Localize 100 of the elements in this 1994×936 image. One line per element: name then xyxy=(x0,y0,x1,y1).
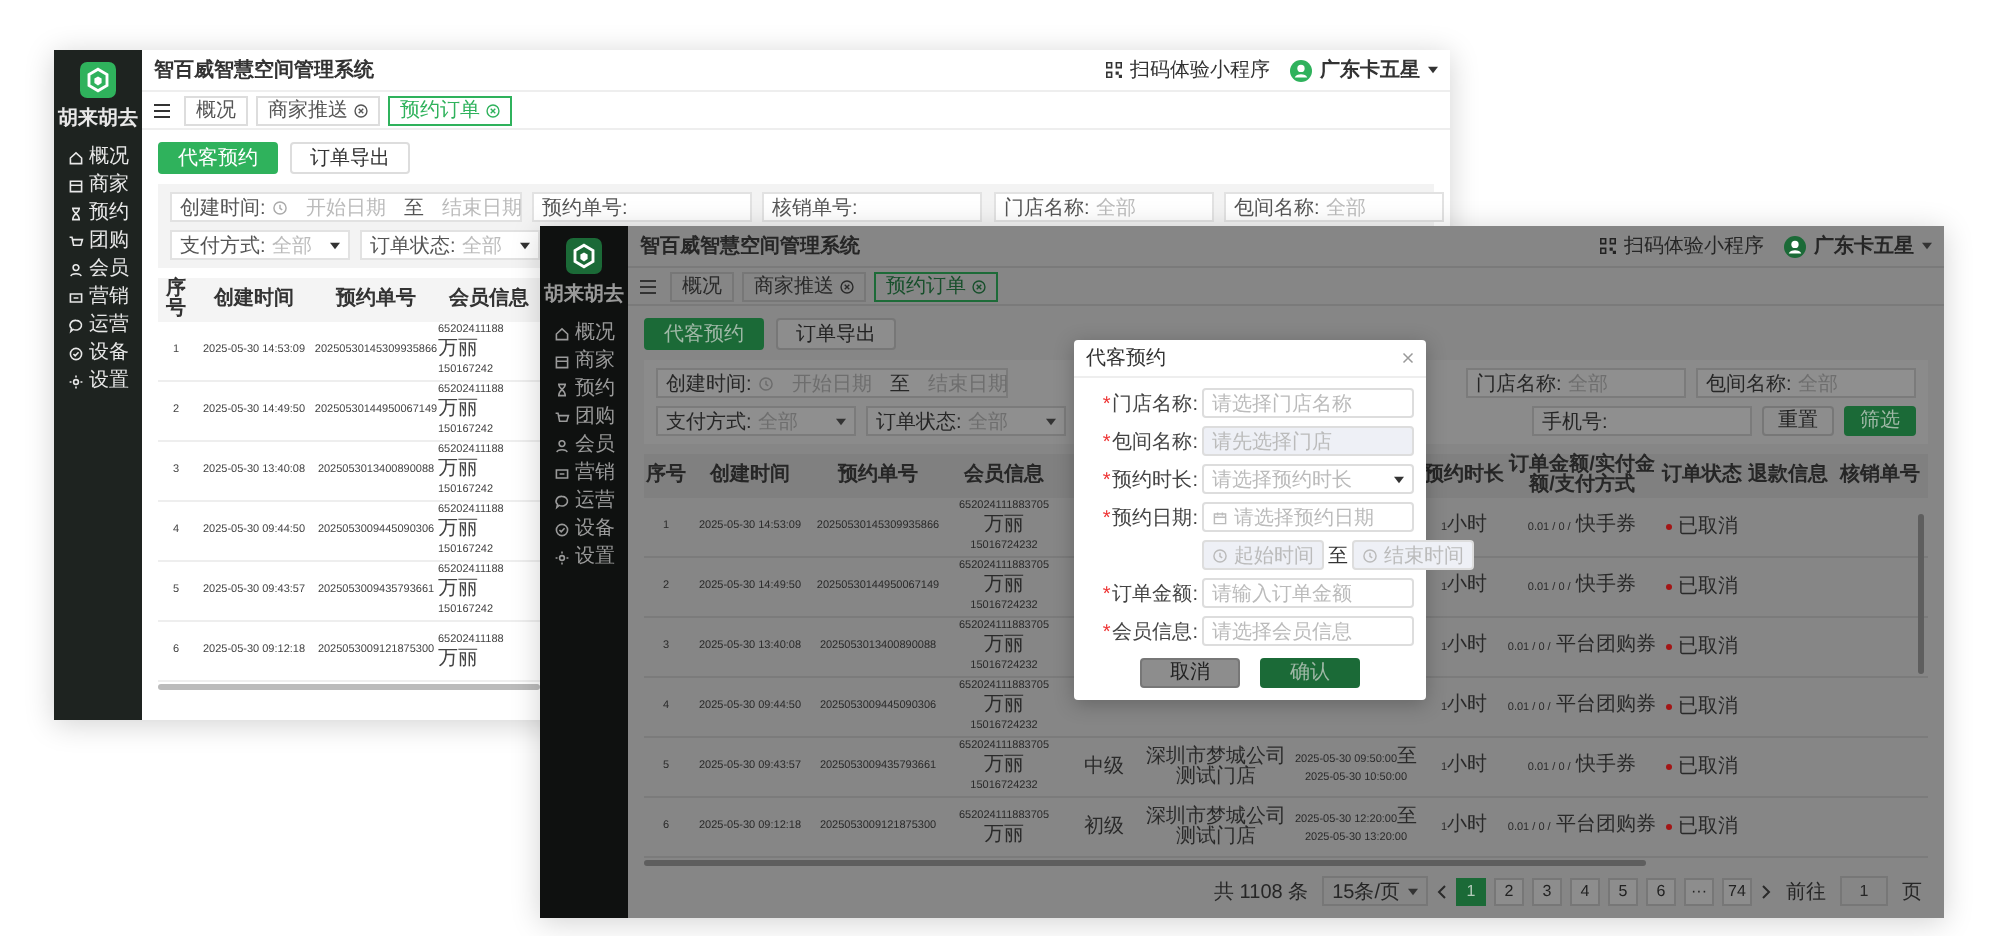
field-label: *包间名称: xyxy=(1100,429,1198,455)
clock-icon xyxy=(757,375,774,391)
field-label: *预约时长: xyxy=(1100,467,1198,493)
sidebar-item[interactable]: 会员 xyxy=(67,258,129,280)
filter-select[interactable]: 订单状态: 全部 xyxy=(360,230,540,260)
page-suffix: 页 xyxy=(1902,879,1922,905)
caret-icon xyxy=(1408,887,1418,895)
filter-select[interactable]: 支付方式: 全部 xyxy=(170,230,350,260)
column-header: 退款信息 xyxy=(1746,466,1830,486)
page-button[interactable]: ··· xyxy=(1684,877,1714,905)
caret-icon xyxy=(520,241,530,249)
tab[interactable]: 概况 xyxy=(670,271,734,301)
page-button[interactable]: 74 xyxy=(1722,877,1752,905)
reset-button[interactable]: 重置 xyxy=(1762,406,1834,436)
tab[interactable]: 预约订单 xyxy=(388,95,512,125)
tab[interactable]: 商家推送 xyxy=(742,271,866,301)
user-name[interactable]: 广东卡五星 xyxy=(1814,232,1914,260)
sidebar-item[interactable]: 运营 xyxy=(67,314,129,336)
status-text: 已取消 xyxy=(1678,757,1738,777)
sidebar-item[interactable]: 营销 xyxy=(67,286,129,308)
gear-icon xyxy=(553,549,569,565)
status-text: 已取消 xyxy=(1678,817,1738,837)
sidebar-item[interactable]: 商家 xyxy=(553,350,615,372)
vertical-scrollbar[interactable] xyxy=(1918,514,1924,674)
hourglass-icon xyxy=(553,381,569,397)
filter-field[interactable]: 门店名称: 全部 xyxy=(994,192,1214,222)
filter-button[interactable]: 筛选 xyxy=(1844,406,1916,436)
filter-field[interactable]: 预约单号: xyxy=(532,192,752,222)
status-text: 已取消 xyxy=(1678,697,1738,717)
table-cell-text: 中级 xyxy=(1082,757,1126,777)
menu-icon[interactable] xyxy=(154,103,170,117)
brand-name: 胡来胡去 xyxy=(544,281,624,308)
page-size-select[interactable]: 15条/页 xyxy=(1322,876,1428,906)
page-button[interactable]: 2 xyxy=(1494,877,1524,905)
page-input[interactable]: 1 xyxy=(1840,876,1888,906)
caret-icon xyxy=(1046,417,1056,425)
window-title: 智百威智慧空间管理系统 xyxy=(154,57,374,84)
column-header: 预约单号 xyxy=(333,290,418,310)
caret-icon xyxy=(1394,475,1404,483)
page-button[interactable]: 5 xyxy=(1608,877,1638,905)
tab[interactable]: 商家推送 xyxy=(256,95,380,125)
column-header: 预约时长 xyxy=(1424,466,1504,486)
page-button[interactable]: 4 xyxy=(1570,877,1600,905)
next-page-icon[interactable] xyxy=(1760,883,1772,899)
mini-program-link[interactable]: 扫码体验小程序 xyxy=(1624,232,1764,260)
sidebar-item[interactable]: 设备 xyxy=(553,518,615,540)
page-button[interactable]: 3 xyxy=(1532,877,1562,905)
clock-icon xyxy=(271,199,288,215)
sidebar-item[interactable]: 团购 xyxy=(553,406,615,428)
close-icon[interactable] xyxy=(354,103,368,117)
book-for-customer-button[interactable]: 代客预约 xyxy=(158,142,278,174)
status-text: 已取消 xyxy=(1678,577,1738,597)
tab[interactable]: 预约订单 xyxy=(874,271,998,301)
sidebar-item[interactable]: 设置 xyxy=(67,370,129,392)
book-for-customer-button[interactable]: 代客预约 xyxy=(644,318,764,350)
tab[interactable]: 概况 xyxy=(184,95,248,125)
home-icon xyxy=(67,149,83,165)
filter-field[interactable]: 手机号: xyxy=(1532,406,1752,436)
export-button[interactable]: 订单导出 xyxy=(290,142,410,174)
column-header: 订单状态 xyxy=(1660,466,1744,486)
table-cell: 深圳市梦城公司 测试门店 xyxy=(1144,807,1288,847)
sidebar-item[interactable]: 运营 xyxy=(553,490,615,512)
person-icon xyxy=(553,437,569,453)
avatar-icon xyxy=(1784,235,1806,257)
cancel-button[interactable]: 取消 xyxy=(1140,658,1240,688)
sidebar-item[interactable]: 预约 xyxy=(553,378,615,400)
page-button[interactable]: 1 xyxy=(1456,877,1486,905)
sidebar-item[interactable]: 概况 xyxy=(553,322,615,344)
store-icon xyxy=(67,177,83,193)
sidebar-item[interactable]: 会员 xyxy=(553,434,615,456)
brand-name: 胡来胡去 xyxy=(58,105,138,132)
sidebar-item[interactable]: 设置 xyxy=(553,546,615,568)
confirm-button[interactable]: 确认 xyxy=(1260,658,1360,688)
monitor-icon xyxy=(67,289,83,305)
page-button[interactable]: 6 xyxy=(1646,877,1676,905)
logo-icon xyxy=(80,62,116,98)
column-header: 预约单号 xyxy=(835,466,920,486)
export-button[interactable]: 订单导出 xyxy=(776,318,896,350)
field-label: *门店名称: xyxy=(1100,391,1198,417)
filter-field[interactable]: 核销单号: xyxy=(762,192,982,222)
date-range-field[interactable]: 创建时间: 开始日期 至 结束日期 xyxy=(170,192,522,222)
previous-page-icon[interactable] xyxy=(1436,883,1448,899)
store-icon xyxy=(553,353,569,369)
column-header: 会员信息 xyxy=(447,290,531,310)
sidebar-item[interactable]: 团购 xyxy=(67,230,129,252)
sidebar-item[interactable]: 设备 xyxy=(67,342,129,364)
goto-label: 前往 xyxy=(1786,879,1826,905)
user-name[interactable]: 广东卡五星 xyxy=(1320,56,1420,84)
sidebar-item[interactable]: 商家 xyxy=(67,174,129,196)
column-header: 会员信息 xyxy=(962,466,1046,486)
sidebar-item[interactable]: 预约 xyxy=(67,202,129,224)
close-icon[interactable] xyxy=(840,279,854,293)
mini-program-link[interactable]: 扫码体验小程序 xyxy=(1130,56,1270,84)
sidebar-item[interactable]: 营销 xyxy=(553,462,615,484)
sidebar-item[interactable]: 概况 xyxy=(67,146,129,168)
qr-code-icon xyxy=(1106,62,1122,78)
cart-icon xyxy=(67,233,83,249)
clock-icon xyxy=(1212,547,1228,563)
filter-field[interactable]: 包间名称: 全部 xyxy=(1224,192,1444,222)
horizontal-scrollbar[interactable] xyxy=(158,684,540,690)
